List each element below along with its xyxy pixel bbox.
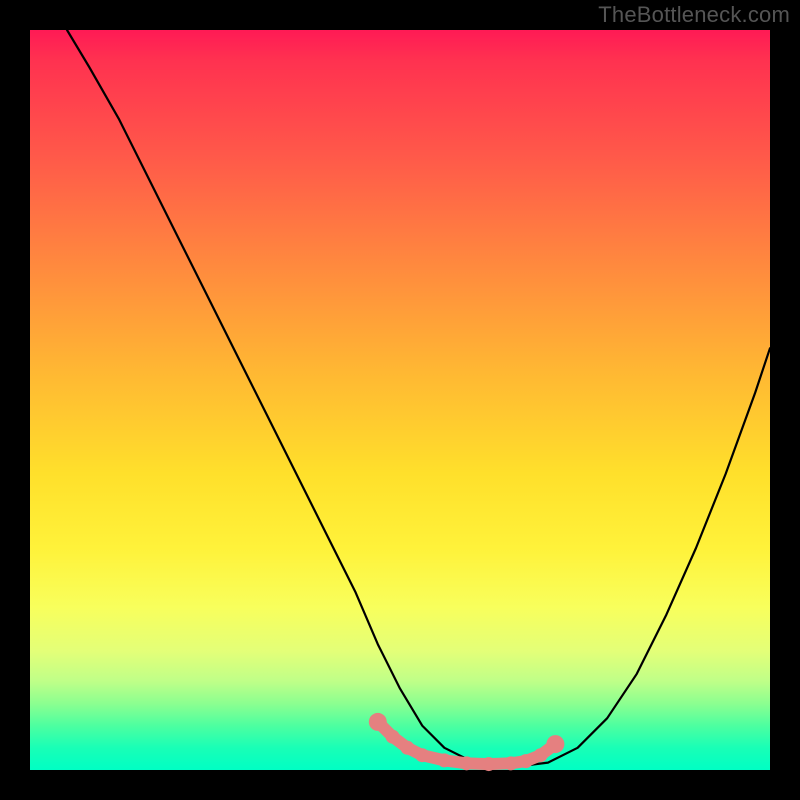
curve-layer — [30, 30, 770, 770]
highlight-dot — [504, 756, 518, 770]
highlight-dot — [415, 748, 429, 762]
highlight-dot — [386, 730, 400, 744]
highlight-low-bottleneck — [369, 713, 565, 771]
highlight-dot — [534, 748, 548, 762]
highlight-dot — [400, 741, 414, 755]
highlight-dot — [460, 756, 474, 770]
highlight-dot — [519, 754, 533, 768]
highlight-dot — [482, 757, 496, 771]
highlight-dot — [546, 735, 564, 753]
plot-area — [30, 30, 770, 770]
highlight-dot — [369, 713, 387, 731]
main-curve — [67, 30, 770, 766]
highlight-dot — [437, 753, 451, 767]
chart-frame: TheBottleneck.com — [0, 0, 800, 800]
watermark-text: TheBottleneck.com — [598, 2, 790, 28]
